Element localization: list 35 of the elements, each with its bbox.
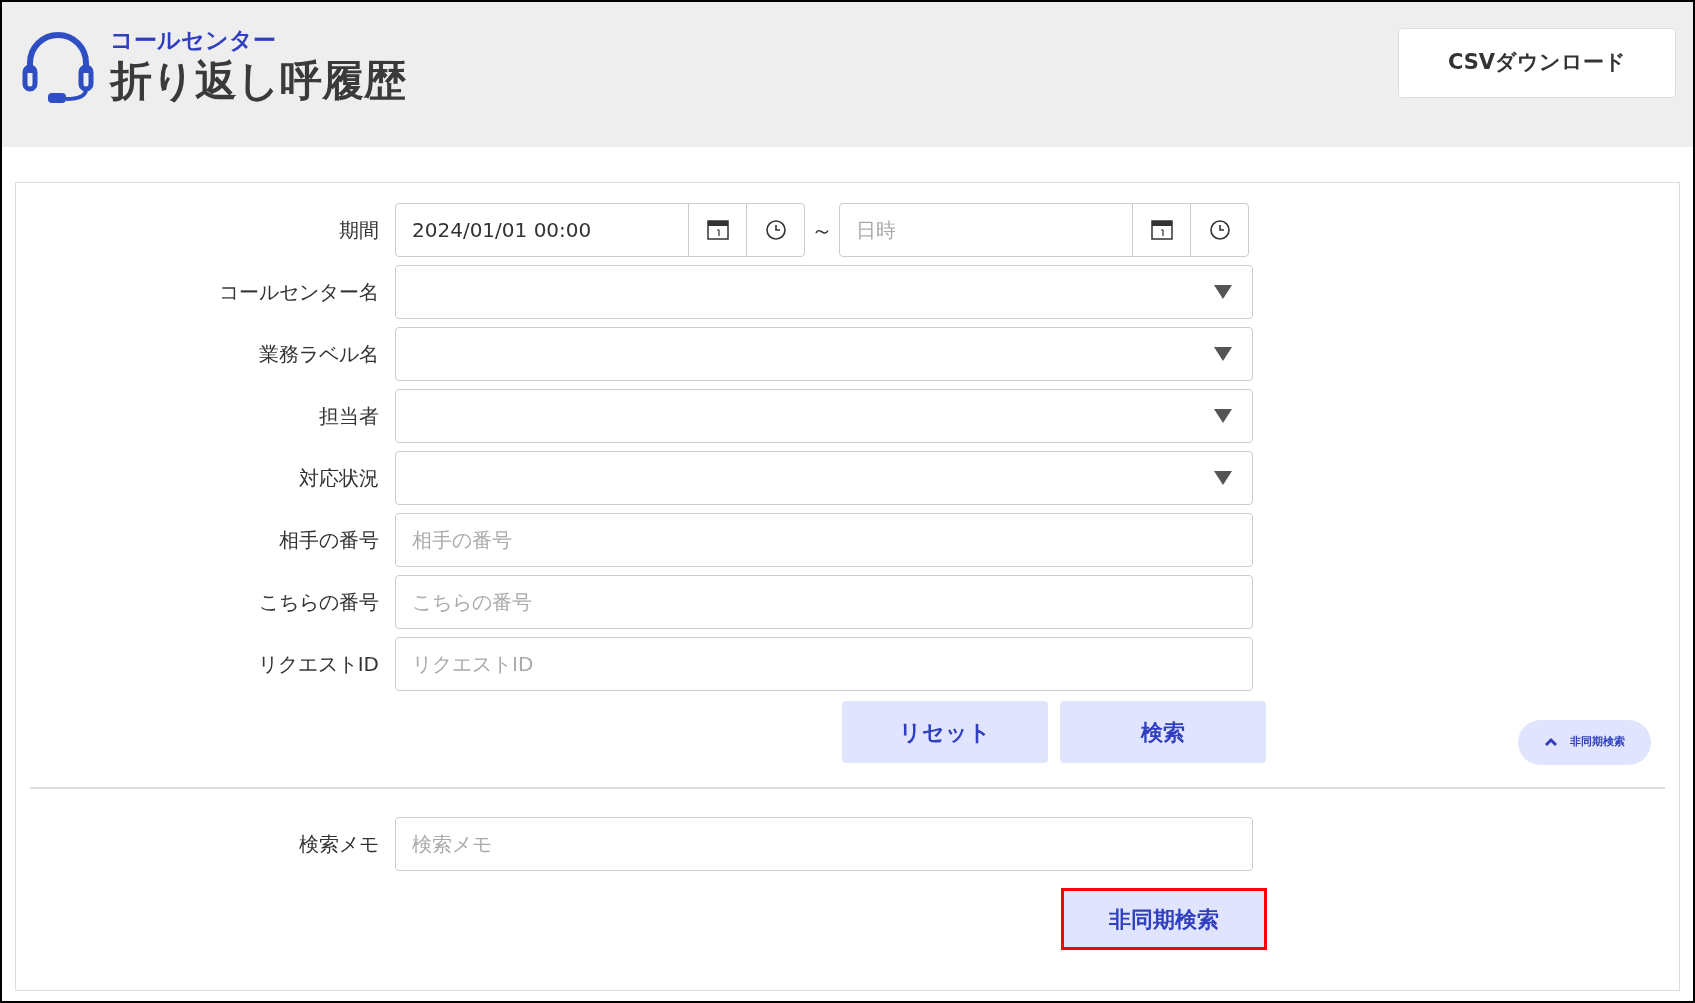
select-field[interactable] xyxy=(395,327,1253,381)
chevron-icon xyxy=(1544,737,1558,747)
dropdown-caret-icon xyxy=(1214,471,1232,485)
calendar-icon xyxy=(1150,220,1173,240)
search-button[interactable]: 検索 xyxy=(1060,701,1266,763)
input-field[interactable]: こちらの番号 xyxy=(395,575,1253,629)
page-title: 折り返し呼履歴 xyxy=(110,54,406,107)
range-separator: ～ xyxy=(810,216,834,245)
clock-icon xyxy=(764,219,787,241)
input-field[interactable]: リクエストID xyxy=(395,637,1253,691)
page-subtitle: コールセンター xyxy=(110,26,277,55)
field-label: 対応状況 xyxy=(299,466,379,490)
field-label: 相手の番号 xyxy=(279,528,379,552)
dropdown-caret-icon xyxy=(1214,347,1232,361)
field-label: 業務ラベル名 xyxy=(259,342,379,366)
clock-icon xyxy=(1208,219,1231,241)
dropdown-caret-icon xyxy=(1214,409,1232,423)
input-field[interactable]: 相手の番号 xyxy=(395,513,1253,567)
datetime-field[interactable]: 2024/01/01 00:00 xyxy=(395,203,805,257)
field-label: 期間 xyxy=(339,218,379,242)
field-label: 検索メモ xyxy=(299,832,379,856)
select-field[interactable] xyxy=(395,265,1253,319)
calendar-icon xyxy=(706,220,729,240)
async-search-toggle[interactable]: 非同期検索 xyxy=(1518,719,1651,765)
select-field[interactable] xyxy=(395,389,1253,443)
async-search-button[interactable]: 非同期検索 xyxy=(1061,888,1267,950)
field-label: リクエストID xyxy=(257,652,379,676)
select-field[interactable] xyxy=(395,451,1253,505)
field-label: 担当者 xyxy=(319,404,379,428)
dropdown-caret-icon xyxy=(1214,285,1232,299)
field-label: こちらの番号 xyxy=(259,590,379,614)
input-field[interactable]: 検索メモ xyxy=(395,817,1253,871)
field-label: コールセンター名 xyxy=(219,280,379,304)
reset-button[interactable]: リセット xyxy=(842,701,1048,763)
csv-download-button[interactable]: CSVダウンロード xyxy=(1398,28,1676,98)
